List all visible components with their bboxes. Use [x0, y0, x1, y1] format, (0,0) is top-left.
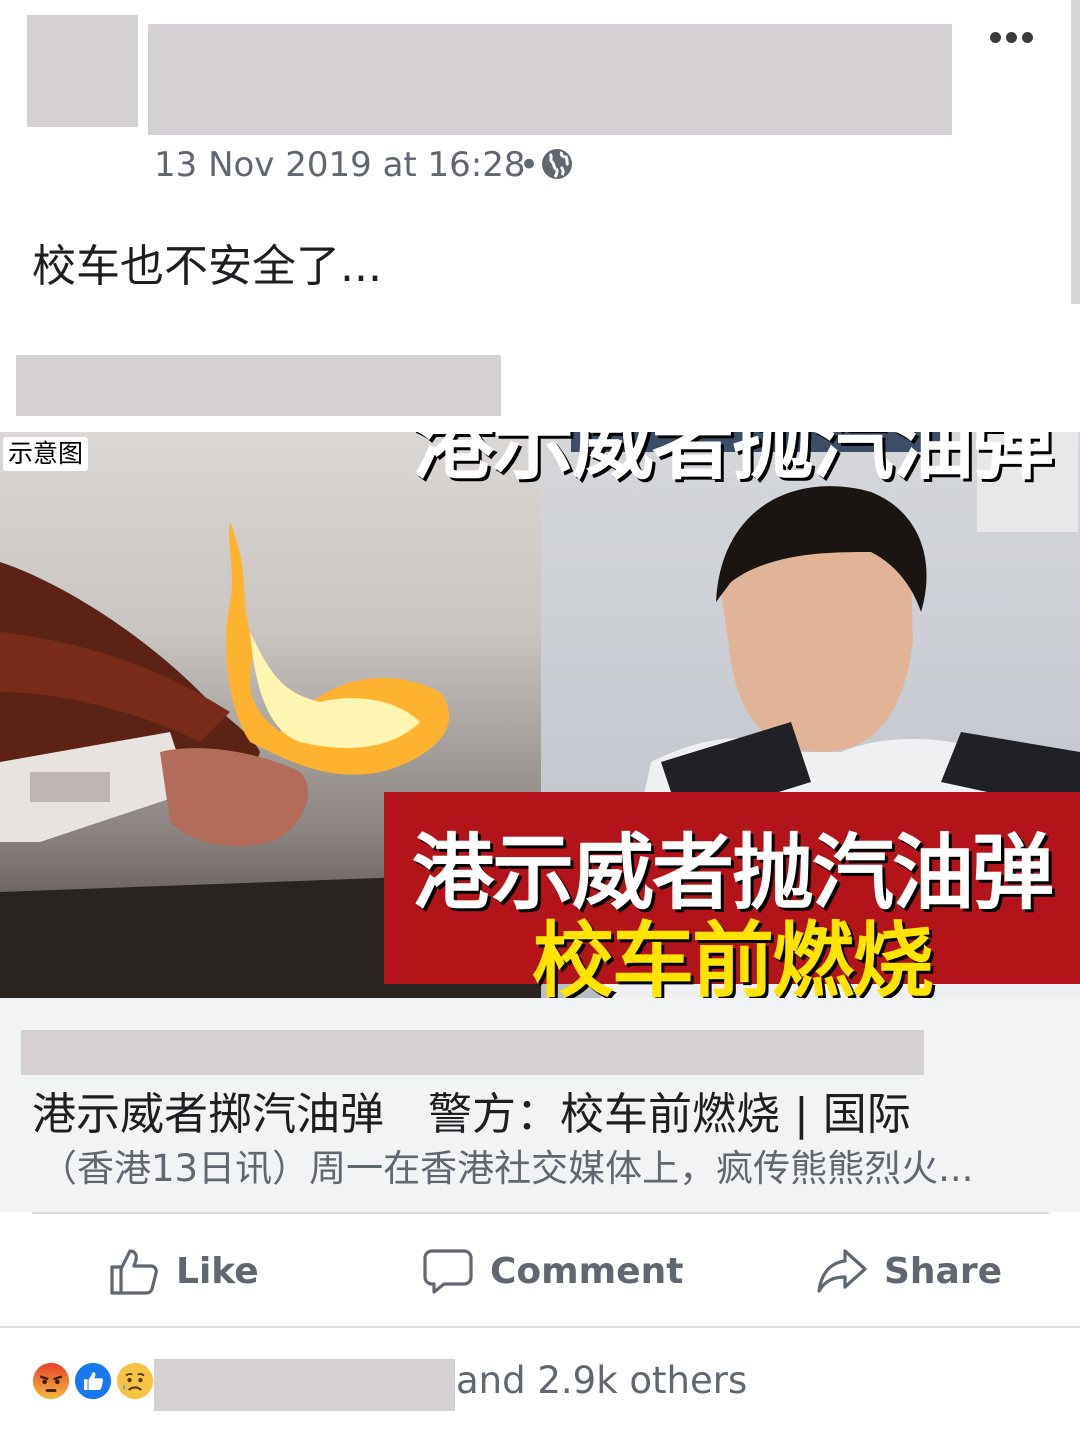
share-icon — [817, 1249, 867, 1293]
post-timestamp[interactable]: 13 Nov 2019 at 16:28 — [154, 145, 526, 185]
more-options-icon[interactable] — [986, 28, 1036, 48]
like-button[interactable]: Like — [108, 1236, 259, 1306]
comment-icon — [423, 1249, 473, 1294]
share-button[interactable]: Share — [816, 1236, 1002, 1306]
illustration-badge: 示意图 — [3, 437, 89, 471]
like-reaction-icon[interactable] — [72, 1360, 114, 1402]
comment-button[interactable]: Comment — [422, 1236, 683, 1306]
reaction-summary[interactable]: and 2.9k others — [456, 1359, 747, 1402]
share-label: Share — [884, 1250, 1003, 1292]
scrollbar[interactable] — [1071, 0, 1080, 304]
reactor-names[interactable] — [154, 1359, 455, 1411]
post-text: 校车也不安全了... — [32, 241, 382, 292]
link-source[interactable] — [16, 355, 501, 416]
thumbs-up-icon — [110, 1249, 158, 1295]
divider — [32, 1212, 1049, 1214]
headline-line-2: 校车前燃烧 — [531, 914, 934, 1009]
divider — [0, 1326, 1080, 1328]
link-description: （香港13日讯）周一在香港社交媒体上，疯传熊熊烈火... — [40, 1147, 974, 1190]
avatar[interactable] — [27, 15, 138, 127]
like-label: Like — [176, 1250, 259, 1292]
sad-reaction-icon[interactable] — [114, 1360, 156, 1402]
link-title[interactable]: 港示威者掷汽油弹 警方：校车前燃烧 | 国际 — [32, 1078, 911, 1142]
headline-line-1: 港示威者抛汽油弹 — [411, 432, 1054, 491]
link-domain — [21, 1030, 924, 1075]
globe-icon — [542, 149, 572, 179]
angry-reaction-icon[interactable] — [30, 1360, 72, 1402]
author-name[interactable] — [148, 24, 952, 135]
comment-label: Comment — [490, 1250, 684, 1292]
meta-separator: • — [519, 145, 540, 185]
